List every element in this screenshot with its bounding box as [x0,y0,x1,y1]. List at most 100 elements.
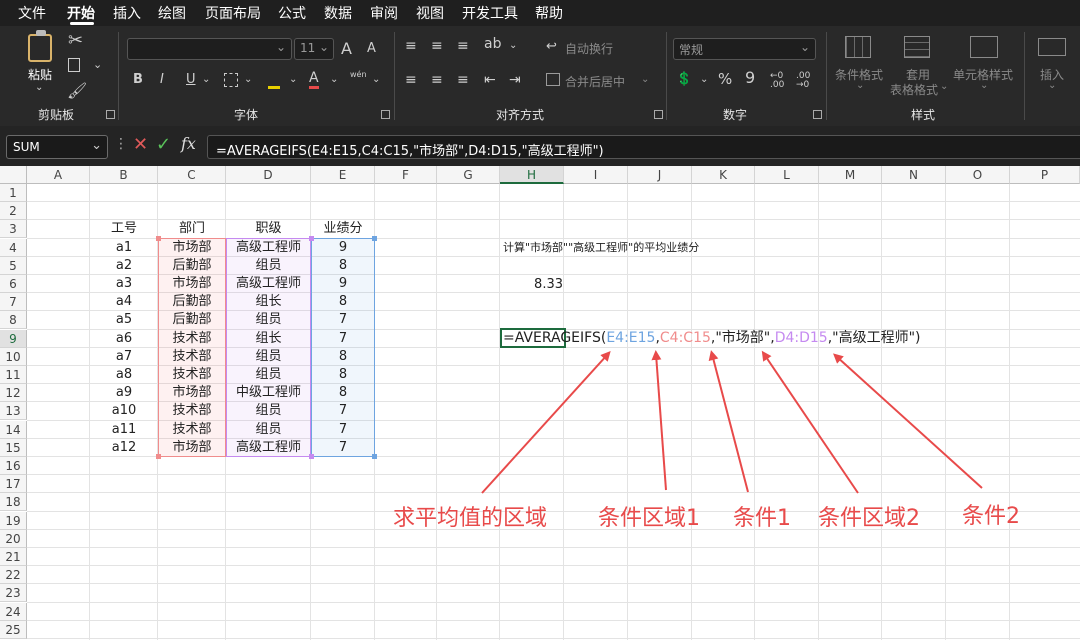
menu-formulas[interactable]: 公式 [278,3,306,23]
font-name-dropdown[interactable]: ⌄ [127,38,292,60]
format-as-table-icon[interactable] [904,36,930,58]
decrease-indent-icon[interactable]: ⇤ [484,72,496,88]
underline-button[interactable]: U [186,72,196,87]
fill-color-icon[interactable] [268,74,280,89]
number-format-dropdown[interactable]: 常规 ⌄ [673,38,816,60]
menu-review[interactable]: 审阅 [370,3,398,23]
annotation-average-range: 求平均值的区域 [393,506,548,531]
font-color-chevron-icon[interactable]: ⌄ [330,74,338,85]
paste-icon[interactable] [28,34,52,62]
currency-icon[interactable]: 💲 [676,72,692,87]
borders-icon[interactable] [224,73,238,87]
active-tab-indicator [70,22,94,25]
increase-decimal-icon[interactable]: ←0.00 [770,72,784,90]
cut-icon[interactable]: ✂ [68,30,83,51]
align-right-icon[interactable]: ≡ [457,72,469,88]
insert-cells-icon[interactable] [1038,38,1066,56]
percent-icon[interactable]: % [718,70,732,88]
alignment-launcher-icon[interactable] [654,110,663,119]
alignment-group-label: 对齐方式 [496,108,545,122]
borders-chevron-icon[interactable]: ⌄ [244,74,252,85]
menu-home[interactable]: 开始 [67,3,95,23]
insert-function-icon[interactable]: fx [181,134,196,153]
cell-styles-chevron-icon[interactable]: ⌄ [980,80,988,91]
merge-chevron-icon[interactable]: ⌄ [641,74,649,85]
shrink-font-icon[interactable]: A [367,41,376,56]
menu-page-layout[interactable]: 页面布局 [205,3,261,23]
worksheet-grid[interactable]: ABCDEFGHIJKLMNOP 1 2 3 4 5 6 7 8 9 10 11 12 13 14 15 16… [0,166,1080,640]
arrow-2 [651,350,667,491]
orientation-icon[interactable]: ab [484,36,501,52]
chevron-down-icon[interactable]: ⌄ [91,138,102,153]
enter-icon[interactable]: ✓ [156,134,171,155]
wrap-text-icon[interactable]: ↩ [546,39,557,54]
conditional-format-icon[interactable] [845,36,871,58]
bold-button[interactable]: B [133,72,143,87]
phonetic-icon[interactable]: wén [350,70,367,79]
clipboard-launcher-icon[interactable] [106,110,115,119]
italic-button[interactable]: I [160,72,164,87]
styles-group-label: 样式 [911,108,936,122]
underline-chevron-icon[interactable]: ⌄ [202,74,210,85]
copy-chevron-icon[interactable]: ⌄ [93,58,102,71]
cancel-icon[interactable]: ✕ [133,134,148,155]
menu-view[interactable]: 视图 [416,3,444,23]
insert-chevron-icon[interactable]: ⌄ [1048,80,1056,91]
copy-icon[interactable] [68,58,80,72]
merge-center-button[interactable]: 合并后居中 [565,73,625,90]
paste-label[interactable]: 粘贴 [28,66,52,83]
formula-input[interactable]: =AVERAGEIFS(E4:E15,C4:C15,"市场部",D4:D15,"… [207,135,1080,159]
comma-style-icon[interactable]: 9 [745,68,755,87]
conditional-format-chevron-icon[interactable]: ⌄ [856,80,864,91]
menu-draw[interactable]: 绘图 [158,3,186,23]
format-as-table-button-line2[interactable]: 表格格式 [890,81,938,98]
font-launcher-icon[interactable] [381,110,390,119]
font-size-value: 11 [300,41,316,55]
ribbon-separator [826,32,827,120]
menu-file[interactable]: 文件 [18,3,46,23]
decrease-decimal-icon[interactable]: .00 →0 [796,72,810,90]
number-group-label: 数字 [723,108,748,122]
orientation-chevron-icon[interactable]: ⌄ [509,40,517,51]
name-box-value: SUM [13,140,40,154]
align-left-icon[interactable]: ≡ [405,72,417,88]
format-painter-icon[interactable]: 🖌 [67,81,87,100]
font-color-icon[interactable]: A [309,70,319,89]
menu-data[interactable]: 数据 [324,3,352,23]
cell-styles-icon[interactable] [970,36,998,58]
format-as-table-chevron-icon[interactable]: ⌄ [940,81,948,92]
paste-chevron-icon[interactable]: ⌄ [35,82,43,93]
menu-help[interactable]: 帮助 [535,3,563,23]
annotation-criteria-range-2: 条件区域2 [818,506,920,531]
number-launcher-icon[interactable] [813,110,822,119]
increase-indent-icon[interactable]: ⇥ [509,72,521,88]
more-options-icon[interactable]: ⋮ [114,136,128,152]
align-center-icon[interactable]: ≡ [431,72,443,88]
grow-font-icon[interactable]: A [341,39,352,58]
name-box[interactable]: SUM ⌄ [6,135,108,159]
ribbon: 粘贴 ⌄ ✂ ⌄ 🖌 剪贴板 ⌄ 11 ⌄ A A B I U ⌄ ⌄ ⌄ A ⌄… [0,26,1080,126]
menu-insert[interactable]: 插入 [113,3,141,23]
chevron-down-icon: ⌄ [318,40,329,54]
fill-chevron-icon[interactable]: ⌄ [289,74,297,85]
chevron-down-icon: ⌄ [275,40,286,54]
menu-developer[interactable]: 开发工具 [462,3,518,23]
ribbon-separator [118,32,119,120]
phonetic-chevron-icon[interactable]: ⌄ [372,74,380,85]
merge-center-icon[interactable] [546,73,560,86]
number-format-value: 常规 [679,43,704,57]
ribbon-separator [394,32,395,120]
clipboard-group-label: 剪贴板 [38,108,75,122]
currency-chevron-icon[interactable]: ⌄ [700,74,708,85]
align-bottom-icon[interactable]: ≡ [457,38,469,54]
annotation-criteria-1: 条件1 [733,506,791,531]
ribbon-separator [1024,32,1025,120]
font-size-dropdown[interactable]: 11 ⌄ [294,38,334,60]
arrow-1 [481,351,611,494]
ribbon-separator [666,32,667,120]
annotation-criteria-2: 条件2 [962,504,1020,529]
align-top-icon[interactable]: ≡ [405,38,417,54]
align-middle-icon[interactable]: ≡ [431,38,443,54]
wrap-text-button[interactable]: 自动换行 [565,40,613,57]
menu-bar: 文件 开始 插入 绘图 页面布局 公式 数据 审阅 视图 开发工具 帮助 [0,0,1080,26]
